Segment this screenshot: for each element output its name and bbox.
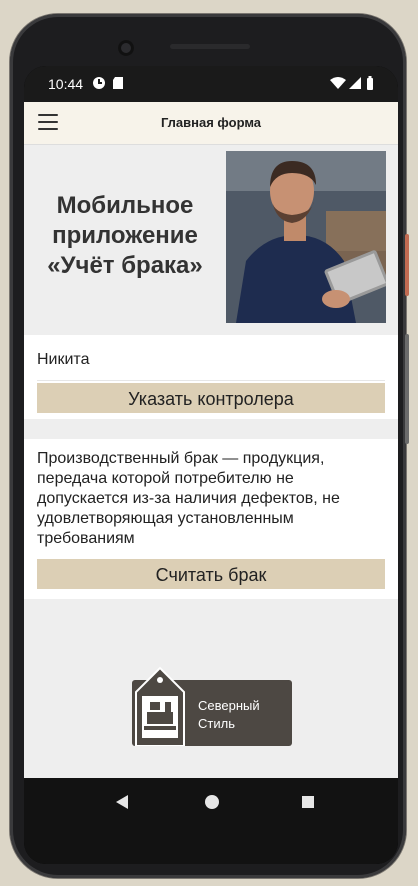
- controller-name: Никита: [37, 351, 90, 368]
- earpiece-speaker: [170, 44, 250, 49]
- controller-section: Никита Указать контролера: [24, 335, 398, 419]
- logo-text-line2: Стиль: [198, 716, 235, 731]
- count-defects-button[interactable]: Считать брак: [37, 559, 385, 589]
- controller-divider: [37, 380, 385, 381]
- hero-title-line3: «Учёт брака»: [47, 252, 203, 279]
- phone-frame: 10:44 Главная форма Мобильное приложение…: [10, 14, 409, 878]
- front-camera: [118, 40, 134, 56]
- signal-icon: [349, 77, 361, 89]
- hero-title-line1: Мобильное: [56, 192, 194, 219]
- app-toolbar: Главная форма: [24, 102, 398, 145]
- app-content: Главная форма Мобильное приложение «Учёт…: [24, 102, 398, 778]
- power-button: [405, 234, 409, 296]
- logo-text-line1: Северный: [198, 698, 260, 713]
- volume-button: [405, 334, 409, 444]
- worker-with-tablet-photo: [226, 151, 386, 323]
- hero-title: Мобильное приложение «Учёт брака»: [34, 191, 216, 281]
- status-bar: 10:44: [24, 66, 398, 102]
- system-nav-bar: [24, 778, 398, 864]
- hero-title-line2: приложение: [52, 222, 198, 249]
- select-controller-button[interactable]: Указать контролера: [37, 383, 385, 413]
- wifi-icon: [330, 77, 346, 89]
- defect-section: Производственный брак — продукция, перед…: [24, 439, 398, 599]
- screen: 10:44 Главная форма Мобильное приложение…: [24, 66, 398, 864]
- hero-banner: Мобильное приложение «Учёт брака»: [24, 145, 398, 335]
- company-logo: Северный Стиль: [132, 666, 292, 746]
- recents-square-icon[interactable]: [300, 794, 316, 810]
- google-play-protect-icon: [93, 77, 105, 89]
- status-time: 10:44: [48, 76, 84, 92]
- worker-illustration: [226, 151, 386, 323]
- toolbar-title: Главная форма: [160, 115, 262, 130]
- defect-description: Производственный брак — продукция, перед…: [37, 450, 340, 547]
- home-circle-icon[interactable]: [204, 794, 220, 810]
- back-triangle-icon[interactable]: [114, 794, 130, 810]
- sd-card-icon: [113, 77, 123, 89]
- battery-icon: [367, 76, 373, 90]
